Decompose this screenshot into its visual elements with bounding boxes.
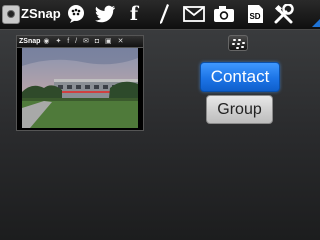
app-logo[interactable]: ZSnap bbox=[2, 3, 66, 25]
top-toolbar: ZSnap f SD bbox=[0, 0, 320, 30]
mini-toolbar: ZSnap ◉ ✦ f / ✉ ◘ ▣ ✕ bbox=[17, 36, 143, 48]
building-photo bbox=[22, 48, 138, 128]
notification-corner-icon bbox=[312, 19, 320, 27]
email-icon[interactable] bbox=[182, 3, 206, 25]
preview-thumbnail[interactable]: ZSnap ◉ ✦ f / ✉ ◘ ▣ ✕ bbox=[16, 35, 144, 131]
sd-card-icon[interactable]: SD bbox=[243, 3, 267, 25]
facebook-icon[interactable]: f bbox=[122, 3, 146, 25]
camera-icon[interactable] bbox=[212, 3, 236, 25]
contact-button[interactable]: Contact bbox=[200, 62, 280, 92]
pen-icon[interactable] bbox=[152, 3, 176, 25]
twitter-icon[interactable] bbox=[93, 3, 117, 25]
bbm-icon[interactable] bbox=[64, 3, 88, 25]
sd-card-label: SD bbox=[249, 11, 261, 21]
blackberry-logo-icon bbox=[228, 35, 248, 51]
tools-icon[interactable] bbox=[272, 3, 296, 25]
app-title: ZSnap bbox=[21, 6, 61, 21]
camera-logo-icon bbox=[2, 5, 20, 24]
group-button[interactable]: Group bbox=[206, 95, 273, 124]
mini-app-title: ZSnap bbox=[19, 38, 41, 45]
mini-toolbar-icons: ◉ ✦ f / ✉ ◘ ▣ ✕ bbox=[43, 38, 126, 45]
